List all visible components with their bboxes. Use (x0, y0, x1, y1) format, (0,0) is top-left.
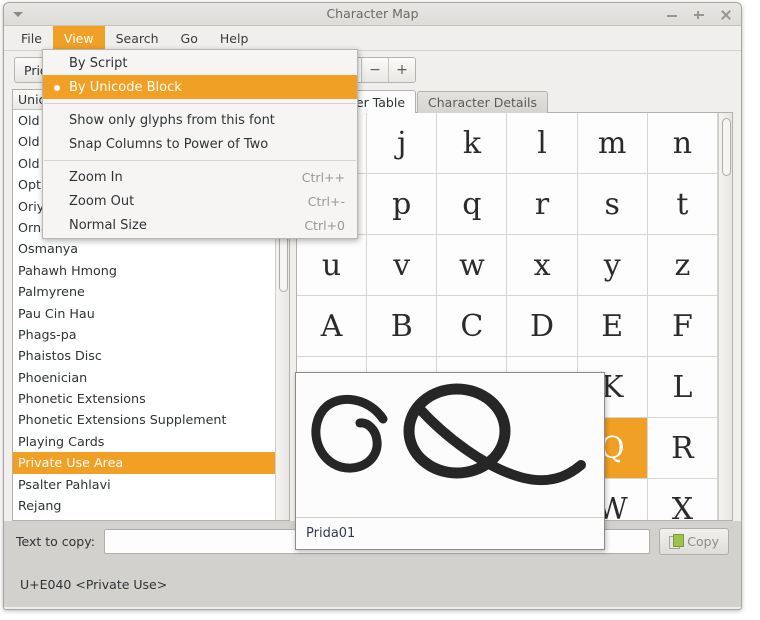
status-text: U+E040 <Private Use> (20, 576, 168, 592)
character-cell[interactable]: t (647, 174, 718, 235)
unicode-block-item[interactable]: Phags-pa (13, 324, 275, 345)
view-menu-item[interactable]: Snap Columns to Power of Two (43, 132, 357, 156)
character-cell[interactable]: m (577, 113, 648, 174)
view-menu-item-accelerator: Ctrl+- (307, 193, 345, 209)
unicode-block-item[interactable]: Osmanya (13, 238, 275, 259)
copy-icon (669, 534, 685, 549)
character-cell[interactable]: l (507, 113, 578, 174)
character-cell[interactable]: p (367, 174, 438, 235)
view-menu-item-accelerator: Ctrl++ (301, 169, 345, 185)
copy-button[interactable]: Copy (659, 527, 729, 555)
view-menu-item[interactable]: Normal Size Ctrl+0 (43, 213, 357, 237)
character-cell[interactable]: u (297, 235, 368, 296)
character-cell[interactable]: A (297, 296, 368, 357)
character-cell[interactable]: r (507, 174, 578, 235)
unicode-block-item[interactable]: Palmyrene (13, 281, 275, 302)
window-controls (665, 3, 733, 26)
character-cell[interactable]: v (367, 235, 438, 296)
close-icon[interactable] (719, 8, 733, 22)
character-cell[interactable]: F (647, 296, 718, 357)
view-menu-item-label: By Script (69, 55, 128, 71)
title-bar: Character Map (4, 3, 741, 26)
view-menu-item-accelerator: Ctrl+0 (304, 217, 345, 233)
window-title: Character Map (326, 6, 419, 21)
unicode-block-item[interactable]: Playing Cards (13, 431, 275, 452)
glyph-preview-popup: Prida01 (295, 372, 605, 550)
menu-view[interactable]: View (52, 26, 105, 50)
menu-help[interactable]: Help (209, 26, 260, 50)
view-dropdown-menu[interactable]: By Script By Unicode Block Show only glyph… (42, 49, 358, 239)
view-menu-item[interactable]: By Script (43, 51, 357, 75)
glyph-preview-font-label: Prida01 (296, 517, 604, 549)
character-cell[interactable]: D (507, 296, 578, 357)
screenshot-root: Character Map File View Search Go Help P… (0, 0, 760, 620)
copy-button-label: Copy (687, 533, 719, 549)
font-size-increase-button[interactable]: + (388, 58, 415, 82)
character-cell[interactable]: x (507, 235, 578, 296)
character-cell[interactable]: C (437, 296, 508, 357)
tab-character-details[interactable]: Character Details (417, 91, 549, 113)
character-cell[interactable]: y (577, 235, 648, 296)
unicode-block-item[interactable]: Phaistos Disc (13, 345, 275, 366)
menu-bar: File View Search Go Help (4, 26, 741, 51)
view-menu-item[interactable]: Zoom In Ctrl++ (43, 165, 357, 189)
font-size-decrease-button[interactable]: − (361, 58, 388, 82)
view-menu-item-label: Normal Size (69, 217, 147, 233)
maximize-icon[interactable] (692, 8, 706, 22)
unicode-block-item[interactable]: Rejang (13, 495, 275, 516)
unicode-block-item[interactable]: Pahawh Hmong (13, 260, 275, 281)
character-cell[interactable]: X (647, 479, 718, 520)
character-grid-scrollbar[interactable] (718, 113, 732, 520)
unicode-block-item[interactable]: Private Use Area (13, 452, 275, 474)
menu-separator (44, 160, 356, 161)
character-cell[interactable]: R (647, 418, 718, 479)
view-menu-item-label: Show only glyphs from this font (69, 112, 275, 128)
character-map-window: Character Map File View Search Go Help P… (3, 2, 742, 610)
unicode-block-item[interactable]: Phonetic Extensions (13, 388, 275, 409)
view-menu-item-label: Zoom In (69, 169, 123, 185)
character-cell[interactable]: B (367, 296, 438, 357)
character-cell[interactable]: j (367, 113, 438, 174)
character-cell[interactable]: k (437, 113, 508, 174)
text-to-copy-label: Text to copy: (16, 533, 95, 549)
glyph-preview-image (296, 373, 604, 517)
view-menu-item-label: Snap Columns to Power of Two (69, 136, 269, 152)
view-menu-item-label: Zoom Out (69, 193, 135, 209)
character-cell[interactable]: E (577, 296, 648, 357)
unicode-block-item[interactable]: Psalter Pahlavi (13, 474, 275, 495)
minimize-icon[interactable] (665, 8, 679, 22)
status-bar: U+E040 <Private Use> (4, 561, 741, 607)
radio-selected-icon (54, 84, 60, 91)
character-cell[interactable]: n (647, 113, 718, 174)
view-menu-item[interactable]: By Unicode Block (43, 75, 357, 99)
tab-strip: Character Table Character Details (296, 89, 733, 113)
view-menu-item-label: By Unicode Block (69, 79, 182, 95)
glyph-q-swash-icon (311, 383, 586, 486)
character-cell[interactable]: w (437, 235, 508, 296)
character-cell[interactable]: q (437, 174, 508, 235)
unicode-block-item[interactable]: Phoenician (13, 367, 275, 388)
character-grid-scrollbar-thumb[interactable] (722, 118, 731, 176)
unicode-block-item[interactable]: Rumi Numeral Symbols (13, 516, 275, 520)
character-cell[interactable]: z (647, 235, 718, 296)
unicode-block-item[interactable]: Phonetic Extensions Supplement (13, 409, 275, 430)
menu-go[interactable]: Go (170, 26, 209, 50)
view-menu-item[interactable]: Zoom Out Ctrl+- (43, 189, 357, 213)
view-menu-item[interactable]: Show only glyphs from this font (43, 108, 357, 132)
character-cell[interactable]: L (647, 357, 718, 418)
character-cell[interactable]: s (577, 174, 648, 235)
menu-separator (44, 103, 356, 104)
menu-file[interactable]: File (10, 26, 53, 50)
menu-search[interactable]: Search (105, 26, 170, 50)
unicode-block-item[interactable]: Pau Cin Hau (13, 303, 275, 324)
